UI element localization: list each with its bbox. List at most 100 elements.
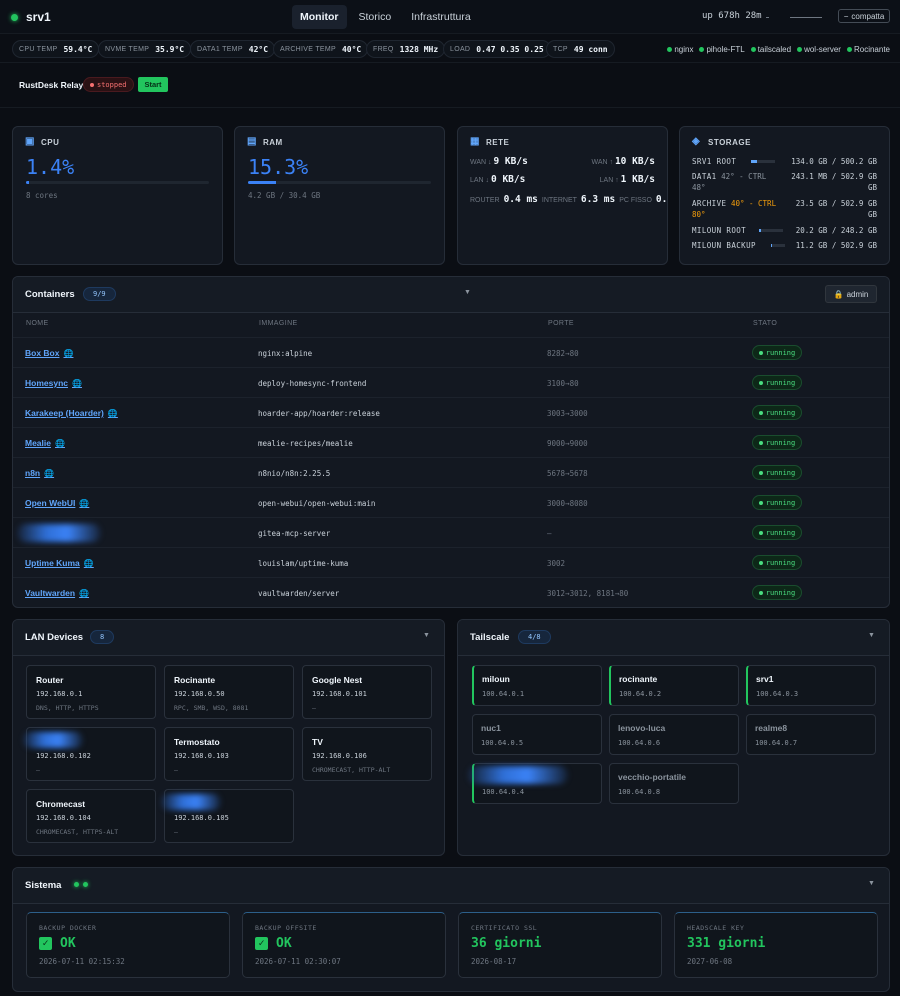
globe-icon[interactable]: 🌐 — [55, 439, 65, 448]
tab-infrastruttura[interactable]: Infrastruttura — [403, 5, 479, 29]
tailscale-node-card[interactable]: srv1 100.64.0.3 — [746, 665, 876, 706]
container-name: Uptime Kuma — [25, 558, 80, 568]
device-services: — — [174, 828, 178, 836]
tab-storico[interactable]: Storico — [351, 5, 400, 29]
card-title: ▤ RAM — [247, 137, 283, 147]
router-latency: 0.4 ms — [503, 194, 538, 205]
container-link[interactable]: Vaultwarden 🌐 — [25, 588, 89, 598]
lan-device-card[interactable]: Termostato 192.168.0.103 — — [164, 727, 294, 781]
globe-icon[interactable]: 🌐 — [84, 559, 94, 568]
globe-icon[interactable]: 🌐 — [63, 349, 73, 358]
tailscale-node-card[interactable]: vecchio-portatile 100.64.0.8 — [609, 763, 739, 804]
disk-bar — [759, 229, 783, 232]
admin-button[interactable]: 🔒 admin — [825, 285, 877, 303]
node-name: miloun — [482, 674, 510, 684]
container-link[interactable]: n8n 🌐 — [25, 468, 54, 478]
panel-header[interactable]: LAN Devices 8 ▼ — [13, 620, 444, 656]
container-ports: 3002 — [547, 559, 566, 568]
stat-label: FREQ — [373, 45, 394, 53]
lan-device-card[interactable]: 192.168.0.102 — — [23, 727, 156, 781]
service-name: pihole-FTL — [706, 45, 745, 54]
chevron-down-icon[interactable]: ▼ — [868, 880, 875, 887]
chevron-down-icon[interactable]: ▼ — [464, 289, 471, 296]
system-status-card: BACKUP OFFSITE ✓ OK 2026-07-11 02:30:07 — [242, 912, 446, 978]
lan-device-card[interactable]: Rocinante 192.168.0.50 RPC, SMB, WSD, 8081 — [164, 665, 294, 719]
lan-device-card[interactable]: Router 192.168.0.1 DNS, HTTP, HTTPS — [26, 665, 156, 719]
stat-chip: DATA1 TEMP 42°C — [190, 40, 276, 58]
stat-chip: FREQ 1328 MHz — [366, 40, 446, 58]
stat-value: 40°C — [341, 44, 362, 54]
chevron-down-icon[interactable]: ▼ — [423, 632, 430, 639]
system-label: CERTIFICATO SSL — [471, 924, 538, 932]
device-services: — — [174, 766, 178, 774]
compact-button[interactable]: − compatta — [838, 9, 890, 23]
tailscale-node-card[interactable]: 100.64.0.4 — [468, 763, 602, 804]
chevron-down-icon[interactable]: ▼ — [868, 632, 875, 639]
lan-device-card[interactable]: 192.168.0.105 — — [161, 789, 294, 843]
panel-header[interactable]: Sistema ▼ — [13, 868, 889, 904]
lan-devices-panel: LAN Devices 8 ▼ Router 192.168.0.1 DNS, HT… — [12, 619, 445, 856]
status-badge: running — [752, 525, 802, 540]
globe-icon[interactable]: 🌐 — [72, 379, 82, 388]
disk-bar — [751, 160, 775, 163]
status-badge: running — [752, 555, 802, 570]
disk-temp: 40° - CTRL — [730, 199, 777, 208]
system-date: 2026-07-11 02:30:07 — [255, 957, 341, 966]
panel-header[interactable]: Containers 9/9 ▼ 🔒 admin — [13, 277, 889, 313]
system-status-card: HEADSCALE KEY 331 giorni 2027-06-08 — [674, 912, 878, 978]
stat-label: NVME TEMP — [105, 45, 150, 53]
running-dot-icon — [758, 470, 763, 475]
tailscale-node-card[interactable]: lenovo-luca 100.64.0.6 — [609, 714, 739, 755]
table-row: Karakeep (Hoarder) 🌐 hoarder-app/hoarder:r… — [13, 397, 889, 427]
disk-label: DATA1 42° - CTRL — [692, 172, 766, 181]
start-button[interactable]: Start — [138, 77, 168, 92]
device-ip: 192.168.0.1 — [36, 690, 83, 698]
lan-down: LAN ↓ 0 KB/s — [470, 174, 525, 185]
disk-unit: GB — [867, 183, 877, 192]
disk-bar-fill — [759, 229, 761, 232]
stat-chip: LOAD 0.47 0.35 0.25 — [443, 40, 551, 58]
tailscale-node-card[interactable]: miloun 100.64.0.1 — [472, 665, 602, 706]
status-text: running — [765, 378, 796, 387]
device-services: RPC, SMB, WSD, 8081 — [174, 704, 249, 712]
wan-down-value: 9 KB/s — [493, 156, 528, 167]
container-ports: 3003→3000 — [547, 409, 588, 418]
disk-usage: 23.5 GB / 502.9 GB — [795, 199, 877, 208]
stat-chip: NVME TEMP 35.9°C — [98, 40, 192, 58]
disk-unit: GB — [867, 210, 877, 219]
container-name: Homesync — [25, 378, 68, 388]
tailscale-node-card[interactable]: realme8 100.64.0.7 — [746, 714, 876, 755]
cpu-bar — [26, 181, 209, 184]
panel-header[interactable]: Tailscale 4/8 ▼ — [458, 620, 889, 656]
count-badge: 9/9 — [83, 287, 116, 301]
system-date: 2027-06-08 — [687, 957, 733, 966]
system-status-card: CERTIFICATO SSL 36 giorni 2026-08-17 — [458, 912, 662, 978]
lan-device-card[interactable]: Google Nest 192.168.0.101 — — [302, 665, 432, 719]
status-text: running — [765, 528, 796, 537]
container-link[interactable]: Open WebUI 🌐 — [25, 498, 89, 508]
device-services: — — [36, 766, 40, 774]
status-badge: running — [752, 465, 802, 480]
table-row: Homesync 🌐 deploy-homesync-frontend 3100→80… — [13, 367, 889, 397]
container-link[interactable]: Karakeep (Hoarder) 🌐 — [25, 408, 118, 418]
container-link[interactable]: Homesync 🌐 — [25, 378, 82, 388]
container-link[interactable]: Box Box 🌐 — [25, 348, 73, 358]
compact-label: compatta — [851, 11, 885, 21]
globe-icon[interactable]: 🌐 — [44, 469, 54, 478]
system-value: ✓ OK — [39, 936, 76, 951]
node-name: rocinante — [619, 674, 658, 684]
tab-monitor[interactable]: Monitor — [292, 5, 347, 29]
relay-name: RustDesk Relay — [19, 80, 84, 90]
container-link[interactable]: Mealie 🌐 — [25, 438, 65, 448]
tailscale-node-card[interactable]: nuc1 100.64.0.5 — [472, 714, 602, 755]
system-date: 2026-07-11 02:15:32 — [39, 957, 125, 966]
globe-icon[interactable]: 🌐 — [79, 499, 89, 508]
container-link[interactable]: Uptime Kuma 🌐 — [25, 558, 94, 568]
lan-device-card[interactable]: Chromecast 192.168.0.104 CHROMECAST, HTTPS… — [26, 789, 156, 843]
lan-device-card[interactable]: TV 192.168.0.106 CHROMECAST, HTTP-ALT — [302, 727, 432, 781]
wan-row: WAN ↓ 9 KB/s WAN ↑ 10 KB/s — [470, 156, 655, 167]
tailscale-node-card[interactable]: rocinante 100.64.0.2 — [609, 665, 739, 706]
globe-icon[interactable]: 🌐 — [108, 409, 118, 418]
host-name: srv1 — [26, 10, 51, 24]
globe-icon[interactable]: 🌐 — [79, 589, 89, 598]
